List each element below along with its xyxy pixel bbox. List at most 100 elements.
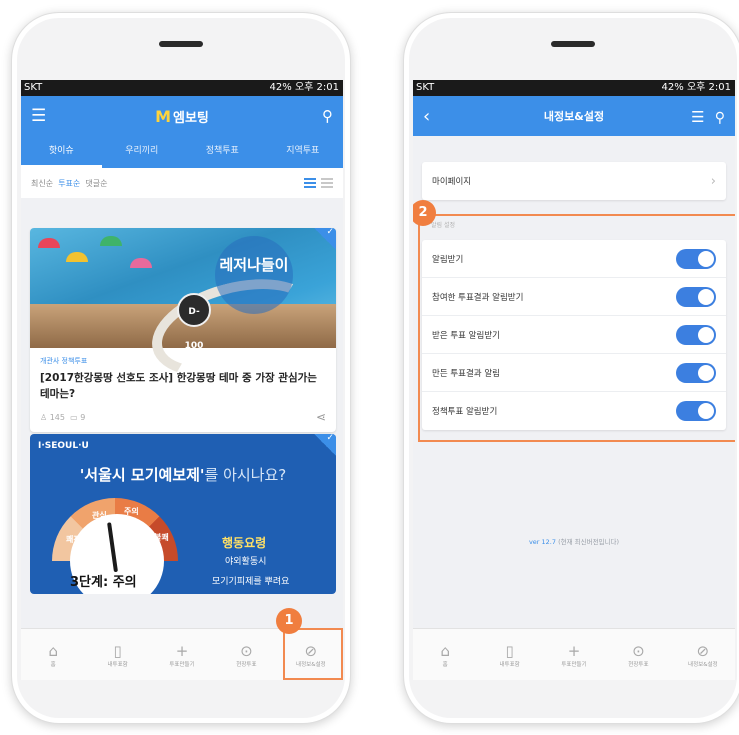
nav-label: 내투표함 xyxy=(499,661,520,668)
tab-policy-vote[interactable]: 정책투표 xyxy=(182,136,263,168)
card-title[interactable]: [2017한강몽땅 선호도 조사] 한강몽땅 테마 중 가장 관심가는 테마는? xyxy=(40,370,326,402)
gauge-label: 관심 xyxy=(92,511,107,520)
gauge-stage: 3단계: 주의 xyxy=(70,575,137,590)
card-image-pool: 레저나들이 D-100 ✓ xyxy=(30,228,336,394)
callout-highlight-notifications xyxy=(418,214,735,442)
nav-label: 홈 xyxy=(442,661,448,668)
tab-hot-issue[interactable]: 핫이슈 xyxy=(21,136,102,168)
mypage-row[interactable]: 마이페이지 › xyxy=(422,162,726,200)
vote-card-hangang[interactable]: 레저나들이 D-100 ✓ 개관사 정책투표 [2017한강몽땅 선호도 조사]… xyxy=(30,228,336,432)
callout-number-1: 1 xyxy=(276,608,302,634)
hamburger-menu-icon[interactable]: ☰ xyxy=(31,106,46,126)
sort-bar: 최신순 투표순 댓글순 xyxy=(21,168,343,198)
appbar-actions: ☰ ⚲ xyxy=(691,107,725,126)
carrier-label: SKT xyxy=(416,82,435,93)
category-tabs: 핫이슈 우리끼리 정책투표 지역투표 xyxy=(21,136,343,168)
search-icon[interactable]: ⚲ xyxy=(715,110,725,126)
action-line-1: 야외활동시 xyxy=(225,557,267,567)
mosquito-forecast-banner[interactable]: I·SEOUL·U ✓ '서울시 모기예보제'를 아시나요? 쾌적 관심 주의 … xyxy=(30,434,336,594)
banner-title: '서울시 모기예보제'를 아시나요? xyxy=(30,464,336,485)
nav-create-vote[interactable]: + 투표만들기 xyxy=(542,629,606,680)
nav-my-votes[interactable]: ▯ 내투표함 xyxy=(477,629,541,680)
umbrella-shape xyxy=(100,236,122,246)
phone-speaker xyxy=(159,41,203,47)
tab-region-vote[interactable]: 지역투표 xyxy=(263,136,344,168)
dday-badge: D-100 xyxy=(177,293,211,351)
version-number: ver 12.7 xyxy=(528,538,556,546)
nav-label: 투표만들기 xyxy=(561,661,587,668)
nav-label: 현장투표 xyxy=(236,661,257,668)
sort-options: 최신순 투표순 댓글순 xyxy=(31,178,107,189)
card-stats: ♙ 145 ▭ 9 xyxy=(40,413,85,422)
card-view-icon[interactable] xyxy=(304,178,316,188)
list-view-icon[interactable] xyxy=(321,178,333,188)
app-logo-m: M xyxy=(155,106,172,126)
status-right: 42% 오후 2:01 xyxy=(661,82,731,93)
umbrella-shape xyxy=(38,238,60,248)
phone-left: SKT 42% 오후 2:01 ☰ M 엠보팅 ⚲ 핫이슈 우리끼리 정책투표 지… xyxy=(11,12,351,724)
search-icon[interactable]: ⚲ xyxy=(322,107,333,125)
bottom-nav: ⌂ 홈 ▯ 내투표함 + 투표만들기 ⊙ 현장투표 ⊘ 내정보&설정 xyxy=(413,628,735,680)
nav-label: 내정보&설정 xyxy=(688,661,718,668)
menu-icon[interactable]: ☰ xyxy=(691,108,704,126)
chevron-right-icon: › xyxy=(710,173,716,189)
share-icon[interactable]: ⋖ xyxy=(316,410,326,424)
nav-label: 내투표함 xyxy=(107,661,128,668)
nav-create-vote[interactable]: + 투표만들기 xyxy=(150,629,214,680)
nav-my-votes[interactable]: ▯ 내투표함 xyxy=(85,629,149,680)
plus-icon: + xyxy=(567,641,581,660)
action-line-2: 모기기피제를 뿌려요 xyxy=(212,577,290,587)
card-meta: ♙ 145 ▭ 9 ⋖ xyxy=(40,410,326,424)
voted-check-icon: ✓ xyxy=(314,228,336,250)
version-status: (현재 최신버전입니다) xyxy=(558,538,620,546)
screen-feed: SKT 42% 오후 2:01 ☰ M 엠보팅 ⚲ 핫이슈 우리끼리 정책투표 지… xyxy=(21,80,343,680)
document-icon: ▯ xyxy=(113,641,122,660)
sort-votes[interactable]: 투표순 xyxy=(58,179,80,188)
sort-latest[interactable]: 최신순 xyxy=(31,179,53,188)
tab-among-us[interactable]: 우리끼리 xyxy=(102,136,183,168)
nav-label: 투표만들기 xyxy=(169,661,195,668)
nav-label: 현장투표 xyxy=(628,661,649,668)
banner-title-sub: 를 아시나요? xyxy=(204,466,287,484)
phone-speaker xyxy=(551,41,595,47)
umbrella-shape xyxy=(66,252,88,262)
umbrella-shape xyxy=(130,258,152,268)
summer-badge: 레저나들이 xyxy=(215,236,293,314)
action-title: 행동요령 xyxy=(222,536,267,550)
nav-home[interactable]: ⌂ 홈 xyxy=(413,629,477,680)
page-title: 내정보&설정 xyxy=(543,110,605,123)
status-bar: SKT 42% 오후 2:01 xyxy=(413,80,735,96)
banner-title-main: '서울시 모기예보제' xyxy=(79,466,205,484)
settings-icon: ⊘ xyxy=(696,641,710,660)
version-info: ver 12.7 (현재 최신버전입니다) xyxy=(413,536,735,546)
app-title: M 엠보팅 xyxy=(21,107,343,126)
nav-label: 홈 xyxy=(50,661,56,668)
nav-field-vote[interactable]: ⊙ 현장투표 xyxy=(606,629,670,680)
document-icon: ▯ xyxy=(505,641,514,660)
phone-right: SKT 42% 오후 2:01 ‹ 내정보&설정 ☰ ⚲ 마이페이지 › 알림 … xyxy=(403,12,739,724)
screen-settings: SKT 42% 오후 2:01 ‹ 내정보&설정 ☰ ⚲ 마이페이지 › 알림 … xyxy=(413,80,735,680)
location-pin-icon: ⊙ xyxy=(632,641,645,660)
gauge-label: 쾌적 xyxy=(66,535,81,544)
callout-highlight-settings-tab xyxy=(283,628,343,680)
nav-my-settings[interactable]: ⊘ 내정보&설정 xyxy=(671,629,735,680)
nav-home[interactable]: ⌂ 홈 xyxy=(21,629,85,680)
sort-comments[interactable]: 댓글순 xyxy=(85,179,107,188)
home-icon: ⌂ xyxy=(48,641,58,660)
status-bar: SKT 42% 오후 2:01 xyxy=(21,80,343,96)
back-icon[interactable]: ‹ xyxy=(423,106,430,127)
carrier-label: SKT xyxy=(24,82,43,93)
voted-check-icon: ✓ xyxy=(314,434,336,456)
gauge-label: 불쾌 xyxy=(154,533,169,542)
participant-count: 145 xyxy=(49,412,65,422)
plus-icon: + xyxy=(175,641,189,660)
location-pin-icon: ⊙ xyxy=(240,641,253,660)
status-right: 42% 오후 2:01 xyxy=(269,82,339,93)
home-icon: ⌂ xyxy=(440,641,450,660)
comment-icon: ▭ xyxy=(70,412,78,422)
gauge-label: 주의 xyxy=(124,507,139,516)
mypage-label: 마이페이지 xyxy=(432,177,472,187)
view-toggle xyxy=(304,178,333,188)
app-bar: ☰ M 엠보팅 ⚲ xyxy=(21,96,343,136)
nav-field-vote[interactable]: ⊙ 현장투표 xyxy=(214,629,278,680)
